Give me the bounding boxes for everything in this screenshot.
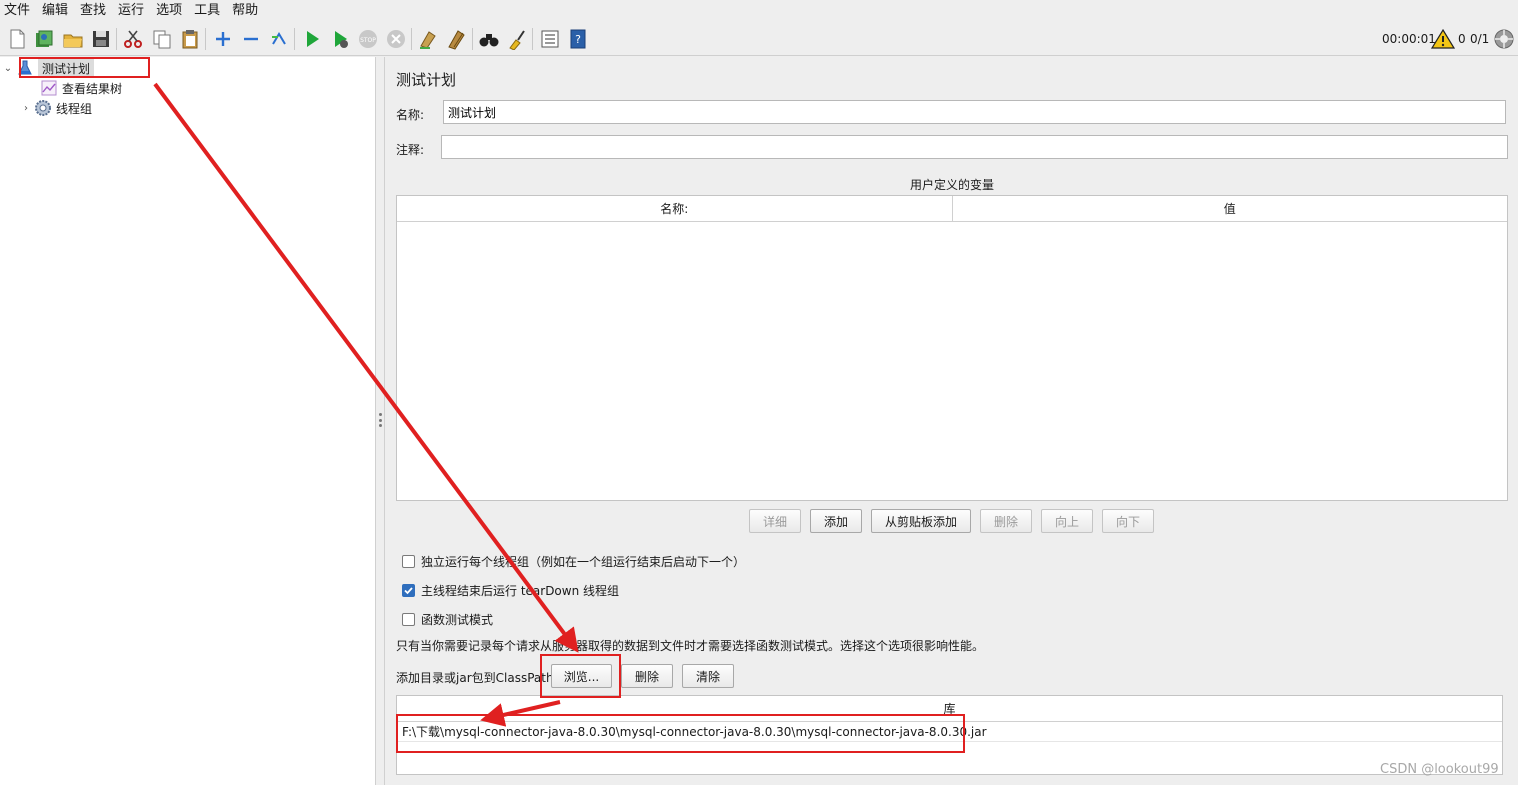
functional-mode-note: 只有当你需要记录每个请求从服务器取得的数据到文件时才需要选择函数测试模式。选择这… xyxy=(396,639,985,653)
watermark: CSDN @lookout99 xyxy=(1380,762,1499,777)
copy-icon[interactable] xyxy=(150,27,174,51)
menu-options[interactable]: 选项 xyxy=(150,0,188,22)
toggle-icon[interactable] xyxy=(267,27,291,51)
shutdown-icon[interactable] xyxy=(384,27,408,51)
classpath-delete-button[interactable]: 删除 xyxy=(621,664,673,688)
checkbox-label: 主线程结束后运行 tearDown 线程组 xyxy=(421,584,620,598)
move-up-button[interactable]: 向上 xyxy=(1041,509,1093,533)
start-icon[interactable] xyxy=(300,27,324,51)
annotation-box-browse xyxy=(540,654,621,698)
expand-icon[interactable] xyxy=(211,27,235,51)
svg-text:?: ? xyxy=(575,33,581,46)
tree-node-thread-group[interactable]: › 线程组 xyxy=(20,98,92,118)
open-icon[interactable] xyxy=(61,27,85,51)
functional-test-mode-option[interactable]: 函数测试模式 xyxy=(402,611,493,628)
active-threads-count: 0/1 xyxy=(1470,32,1490,46)
name-input[interactable] xyxy=(443,100,1506,124)
delete-button[interactable]: 删除 xyxy=(980,509,1032,533)
detail-button[interactable]: 详细 xyxy=(749,509,801,533)
annotation-box-library xyxy=(396,714,965,753)
clear-all-icon[interactable] xyxy=(445,27,469,51)
teardown-after-shutdown-option[interactable]: 主线程结束后运行 tearDown 线程组 xyxy=(402,582,619,599)
toolbar: STOP ? 00:00:01 0 0/1 xyxy=(0,22,1518,56)
menu-bar: 文件 编辑 查找 运行 选项 工具 帮助 xyxy=(0,0,1518,22)
search-icon[interactable] xyxy=(477,27,501,51)
save-icon[interactable] xyxy=(89,27,113,51)
user-variables-table[interactable]: 名称: 值 xyxy=(396,195,1508,501)
reset-search-icon[interactable] xyxy=(505,27,529,51)
test-tree-panel: ⌄ 测试计划 查看结果树 › 线程组 xyxy=(0,57,376,785)
checkbox-label: 函数测试模式 xyxy=(421,613,494,627)
menu-run[interactable]: 运行 xyxy=(112,0,150,22)
help-icon[interactable]: ? xyxy=(566,27,590,51)
checkbox[interactable] xyxy=(402,613,415,626)
warning-icon[interactable] xyxy=(1431,28,1455,50)
templates-icon[interactable] xyxy=(32,27,56,51)
new-icon[interactable] xyxy=(5,27,29,51)
clear-icon[interactable] xyxy=(416,27,440,51)
add-button[interactable]: 添加 xyxy=(810,509,862,533)
tree-label-thread-group: 线程组 xyxy=(56,101,93,116)
run-groups-consecutively-option[interactable]: 独立运行每个线程组（例如在一个组运行结束后启动下一个） xyxy=(402,553,745,570)
chevron-down-icon[interactable]: ⌄ xyxy=(2,63,14,74)
checkmark-icon xyxy=(404,587,413,595)
name-label: 名称: xyxy=(396,108,425,122)
comment-input[interactable] xyxy=(441,135,1508,159)
function-helper-icon[interactable] xyxy=(538,27,562,51)
collapse-icon[interactable] xyxy=(239,27,263,51)
menu-search[interactable]: 查找 xyxy=(74,0,112,22)
chevron-right-icon[interactable]: › xyxy=(20,103,32,114)
svg-text:STOP: STOP xyxy=(360,37,376,44)
comment-label: 注释: xyxy=(396,143,425,157)
column-value-header[interactable]: 值 xyxy=(953,196,1508,221)
classpath-label: 添加目录或jar包到ClassPath xyxy=(396,671,554,685)
tree-label-view-results: 查看结果树 xyxy=(62,81,123,96)
menu-edit[interactable]: 编辑 xyxy=(36,0,74,22)
column-name-header[interactable]: 名称: xyxy=(397,196,953,221)
page-title: 测试计划 xyxy=(396,71,457,89)
start-no-pause-icon[interactable] xyxy=(328,27,352,51)
move-down-button[interactable]: 向下 xyxy=(1102,509,1154,533)
menu-file[interactable]: 文件 xyxy=(0,0,36,22)
stop-icon[interactable]: STOP xyxy=(356,27,380,51)
menu-tools[interactable]: 工具 xyxy=(188,0,226,22)
elapsed-timer: 00:00:01 xyxy=(1382,32,1436,46)
warning-count: 0 xyxy=(1458,32,1466,46)
tree-node-view-results[interactable]: 查看结果树 xyxy=(38,78,122,98)
table-header: 名称: 值 xyxy=(397,196,1507,222)
user-variables-title: 用户定义的变量 xyxy=(909,178,994,192)
chart-icon xyxy=(41,80,57,96)
paste-icon[interactable] xyxy=(178,27,202,51)
remote-status-icon xyxy=(1494,29,1514,49)
checkbox-label: 独立运行每个线程组（例如在一个组运行结束后启动下一个） xyxy=(421,555,746,569)
classpath-clear-button[interactable]: 清除 xyxy=(682,664,734,688)
splitter-grip-icon[interactable] xyxy=(379,413,382,427)
menu-help[interactable]: 帮助 xyxy=(226,0,264,22)
checkbox-checked[interactable] xyxy=(402,584,415,597)
gear-icon xyxy=(35,100,51,116)
annotation-box-test-plan xyxy=(19,57,150,78)
checkbox[interactable] xyxy=(402,555,415,568)
add-from-clipboard-button[interactable]: 从剪贴板添加 xyxy=(871,509,971,533)
cut-icon[interactable] xyxy=(121,27,145,51)
